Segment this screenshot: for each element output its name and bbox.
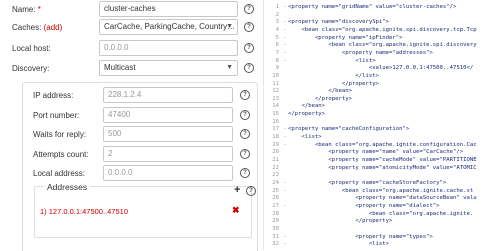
waits-for-reply-row: Waits for reply: 500 ? — [0, 126, 262, 144]
caches-select-value: CarCache, ParkingCache, Country… — [104, 22, 236, 31]
help-icon[interactable]: ? — [244, 22, 254, 32]
discovery-row: Discovery: Multicast ▼ ? — [0, 60, 262, 78]
discovery-select[interactable]: Multicast ▼ — [99, 60, 238, 76]
help-icon[interactable]: ? — [240, 90, 250, 100]
add-address-icon[interactable]: + — [234, 185, 240, 196]
code-text: <bean class="org.apache.ignite.spi.disco… — [288, 26, 477, 33]
code-text: <value>127.0.0.1:47500..47510</ — [288, 65, 474, 72]
configuration-form: Name: * cluster-caches ? Caches: (add) C… — [0, 0, 262, 251]
code-text: </list> — [288, 72, 379, 79]
code-text: <property name="dialect"> — [288, 202, 440, 209]
port-number-row: Port number: 47400 ? — [0, 107, 262, 125]
chevron-down-icon: ▼ — [226, 64, 233, 71]
waits-for-reply-input[interactable]: 500 — [103, 126, 233, 142]
code-text: <property name="ipFinder"> — [288, 34, 403, 41]
code-text: <list> — [288, 57, 376, 64]
caches-row: Caches: (add) CarCache, ParkingCache, Co… — [0, 19, 262, 37]
address-list-item[interactable]: 1) 127.0.0.1:47500..47510 — [40, 207, 128, 216]
code-text: </property> — [288, 218, 393, 225]
code-text: <property name="dataSourceBean" valu — [288, 195, 477, 202]
chevron-down-icon: ▼ — [226, 23, 233, 30]
help-icon[interactable]: ? — [240, 129, 250, 139]
code-text: <property name="cacheMode" value="PARTIT… — [288, 157, 477, 163]
attempts-count-row: Attempts count: 2 ? — [0, 146, 262, 164]
local-host-label: Local host: — [12, 44, 51, 53]
discovery-label: Discovery: — [12, 64, 50, 73]
local-host-row: Local host: 0.0.0.0 ? — [0, 40, 262, 58]
waits-for-reply-label: Waits for reply: — [33, 130, 87, 139]
code-text: <property name="addresses"> — [288, 49, 433, 56]
local-address-row: Local address: 0.0.0.0 ? — [0, 165, 262, 183]
line-number: 32 — [272, 241, 279, 248]
help-icon[interactable]: ? — [240, 110, 250, 120]
name-row: Name: * cluster-caches ? — [0, 1, 262, 19]
code-line: 32- <list> — [264, 240, 500, 249]
caches-select[interactable]: CarCache, ParkingCache, Country… ▼ — [99, 19, 238, 35]
code-text: </bean> — [288, 88, 352, 95]
help-icon[interactable]: ? — [240, 149, 250, 159]
xml-preview-editor[interactable]: 1- <property name="gridName" value="clust… — [263, 0, 500, 250]
code-text: <property name="cacheStoreFactory"> — [288, 179, 447, 186]
code-text: <property name="discoverySpi"> — [288, 19, 390, 26]
code-text: </property> — [288, 80, 379, 87]
help-icon[interactable]: ? — [240, 168, 250, 178]
code-text: </property> — [288, 111, 326, 118]
code-text: <property name="name" value="CarCache"/> — [288, 149, 464, 156]
code-text: <bean class="org.apache.ignite. — [288, 210, 474, 217]
code-text: <bean class="org.apache.ignite.cache.st — [288, 187, 474, 194]
help-icon[interactable]: ? — [244, 63, 254, 73]
code-text: <list> — [288, 241, 390, 248]
name-input[interactable]: cluster-caches — [99, 1, 238, 17]
code-text: <property name="atomicityMode" value="AT… — [288, 164, 477, 171]
code-text: <bean class="org.apache.ignite.configura… — [288, 141, 477, 148]
ip-address-row: IP address: 228.1.2.4 ? — [0, 87, 262, 105]
code-text: <property name="cacheConfiguration"> — [288, 126, 410, 133]
required-mark: * — [37, 5, 41, 14]
code-text: <property name="gridName" value="cluster… — [288, 4, 457, 10]
name-label: Name: * — [12, 5, 41, 14]
local-host-input[interactable]: 0.0.0.0 — [99, 40, 238, 56]
help-icon[interactable]: ? — [246, 186, 256, 196]
discovery-select-value: Multicast — [104, 63, 136, 72]
help-icon[interactable]: ? — [244, 4, 254, 14]
attempts-count-label: Attempts count: — [33, 150, 89, 159]
code-text: <list> — [288, 134, 322, 141]
remove-address-icon[interactable]: ✖ — [232, 205, 240, 216]
local-address-input[interactable]: 0.0.0.0 — [103, 165, 233, 181]
port-number-input[interactable]: 47400 — [103, 107, 233, 123]
attempts-count-input[interactable]: 2 — [103, 146, 233, 162]
code-text: </bean> — [288, 103, 326, 110]
code-text: <property name="types"> — [288, 233, 433, 240]
local-address-label: Local address: — [33, 169, 86, 178]
caches-label: Caches: (add) — [12, 23, 63, 32]
ip-address-input[interactable]: 228.1.2.4 — [103, 87, 233, 103]
code-text: </property> — [288, 95, 352, 102]
addresses-title: Addresses — [44, 182, 91, 192]
help-icon[interactable]: ? — [244, 43, 254, 53]
code-text: <bean class="org.apache.ignite.spi.disco… — [288, 42, 477, 49]
ip-address-label: IP address: — [33, 91, 74, 100]
port-number-label: Port number: — [33, 111, 80, 120]
add-cache-link[interactable]: (add) — [44, 23, 63, 32]
